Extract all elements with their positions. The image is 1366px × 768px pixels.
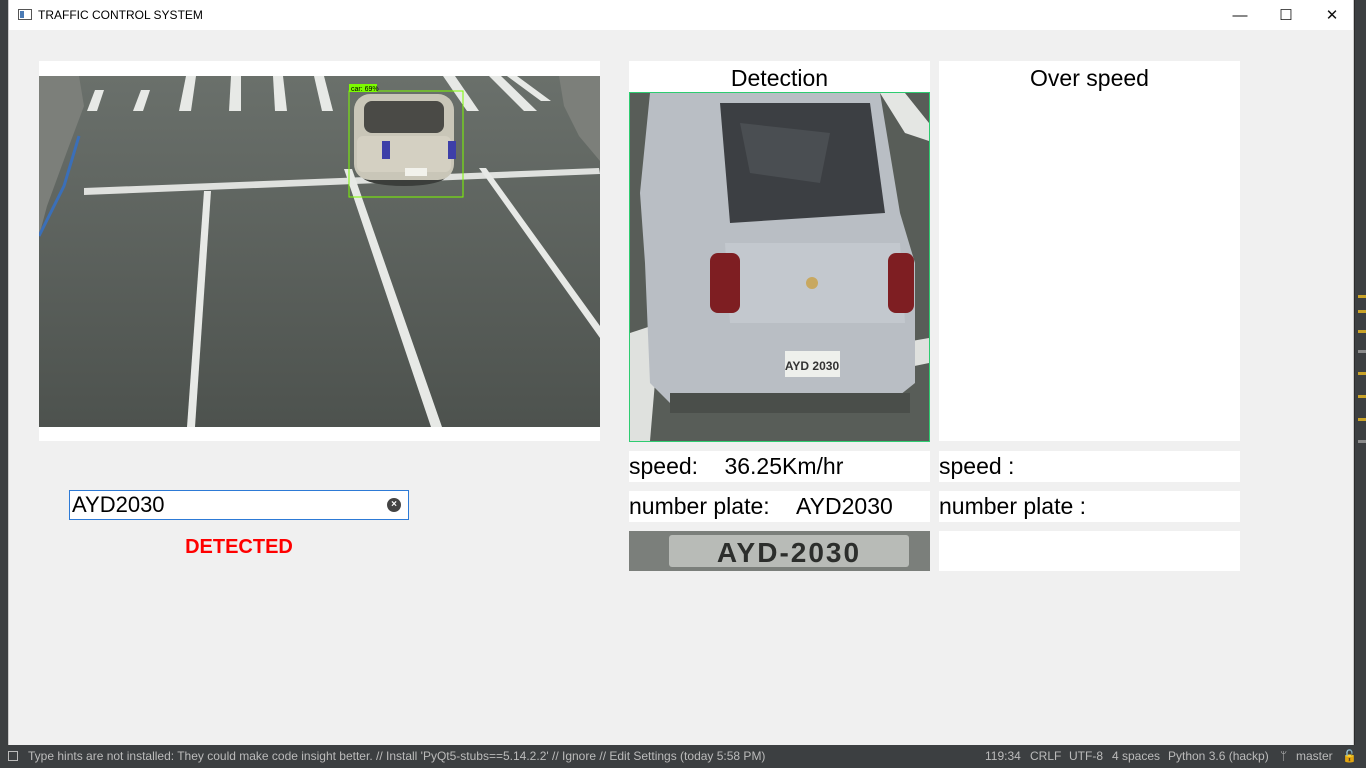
- detection-status: DETECTED: [185, 536, 293, 558]
- overspeed-title: Over speed: [1030, 65, 1149, 91]
- window-title: TRAFFIC CONTROL SYSTEM: [38, 8, 203, 22]
- detection-plate-field: number plate: AYD2030: [629, 491, 930, 522]
- car-plate-text: AYD 2030: [785, 359, 840, 373]
- branch-icon: ᛘ: [1280, 749, 1288, 763]
- line-separator[interactable]: CRLF: [1030, 745, 1061, 768]
- detection-panel: Detection AYD 2030: [629, 61, 930, 442]
- plate-input-field[interactable]: [71, 491, 372, 519]
- lock-icon[interactable]: 🔓: [1342, 745, 1357, 768]
- detection-title: Detection: [730, 65, 829, 91]
- plate-label: number plate:: [629, 493, 770, 519]
- crop-plate-text: AYD-2030: [717, 537, 861, 568]
- cursor-position[interactable]: 119:34: [985, 745, 1021, 768]
- car-closeup: AYD 2030: [630, 93, 929, 441]
- status-message[interactable]: Type hints are not installed: They could…: [28, 745, 765, 768]
- minimize-button[interactable]: —: [1217, 0, 1263, 30]
- overspeed-plate-label: number plate :: [939, 493, 1087, 519]
- traffic-video-feed: car: 69%: [39, 76, 600, 427]
- clear-icon[interactable]: ×: [387, 498, 401, 512]
- indent-setting[interactable]: 4 spaces: [1112, 745, 1160, 768]
- toolwindow-icon[interactable]: [8, 751, 18, 761]
- overspeed-plate-image: [939, 531, 1240, 571]
- plate-value: AYD2030: [796, 493, 893, 519]
- file-encoding[interactable]: UTF-8: [1069, 745, 1103, 768]
- app-window: TRAFFIC CONTROL SYSTEM — ☐ ✕ car: 69% AY…: [8, 0, 1354, 745]
- title-bar: TRAFFIC CONTROL SYSTEM — ☐ ✕: [9, 0, 1353, 30]
- overspeed-speed-field: speed :: [939, 451, 1240, 482]
- overspeed-panel: Over speed: [939, 61, 1240, 441]
- detected-car-image: AYD 2030: [629, 92, 930, 442]
- maximize-button[interactable]: ☐: [1263, 0, 1309, 30]
- ide-left-edge: [0, 0, 8, 745]
- video-frame: car: 69%: [39, 61, 600, 441]
- detection-speed-field: speed: 36.25Km/hr: [629, 451, 930, 482]
- ide-scrollbar-markers: [1355, 0, 1366, 745]
- road-scene-image: car: 69%: [39, 76, 600, 427]
- overspeed-plate-field: number plate :: [939, 491, 1240, 522]
- plate-search-box[interactable]: ×: [69, 490, 409, 520]
- speed-value: 36.25Km/hr: [724, 453, 844, 479]
- ide-status-bar: Type hints are not installed: They could…: [0, 745, 1366, 768]
- overspeed-speed-label: speed :: [939, 453, 1015, 479]
- speed-label: speed:: [629, 453, 699, 479]
- detection-label: car: 69%: [351, 86, 379, 93]
- interpreter[interactable]: Python 3.6 (hackp): [1168, 745, 1269, 768]
- plate-crop-image: AYD-2030: [629, 531, 930, 571]
- git-branch[interactable]: master: [1296, 745, 1333, 768]
- close-button[interactable]: ✕: [1309, 0, 1355, 30]
- detected-car: [354, 94, 456, 186]
- app-icon: [18, 9, 32, 20]
